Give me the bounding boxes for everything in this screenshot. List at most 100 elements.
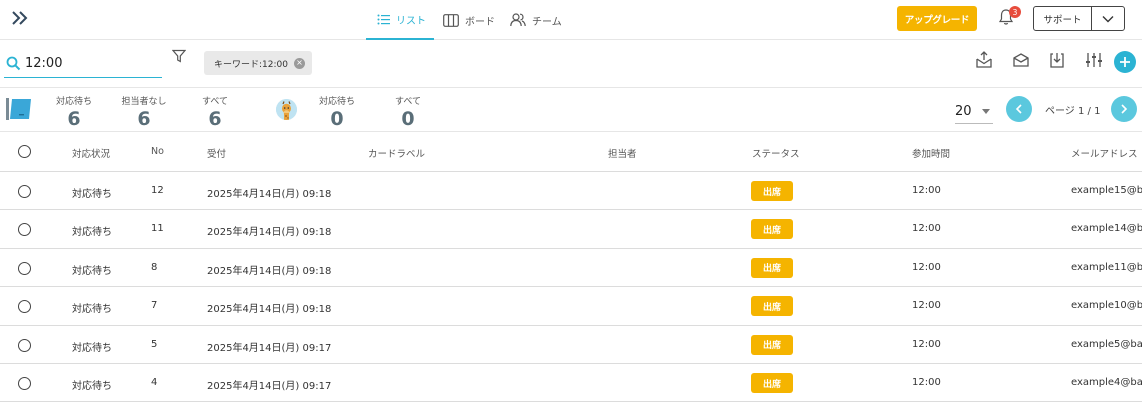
export-icon[interactable] xyxy=(975,51,993,69)
table-row[interactable]: 対応待ち 11 2025年4月14日(月) 09:18 12:00 example14@… xyxy=(0,210,1142,249)
cell-status: 対応待ち xyxy=(72,304,112,316)
cell-email: example15@basi xyxy=(1071,185,1142,196)
stat-label: 対応待ち xyxy=(55,97,92,107)
mail-icon[interactable] xyxy=(1012,51,1030,69)
divider xyxy=(0,87,1142,88)
stat-waiting[interactable]: 対応待ち 6 xyxy=(44,94,104,130)
keyword-filter-chip: キーワード:12:00 × xyxy=(204,51,312,75)
table-row[interactable]: 対応待ち 5 2025年4月14日(月) 09:17 12:00 example5@ba… xyxy=(0,326,1142,364)
cell-received: 2025年4月14日(月) 09:17 xyxy=(207,342,332,354)
select-all-radio[interactable] xyxy=(18,145,31,158)
cell-received: 2025年4月14日(月) 09:18 xyxy=(207,189,332,200)
keyword-chip-label: キーワード:12:00 xyxy=(214,59,288,70)
filter-icon[interactable] xyxy=(172,49,186,63)
stat-label: すべて xyxy=(201,97,228,107)
page-size-select[interactable]: 20 xyxy=(955,100,993,124)
notification-badge: 3 xyxy=(1009,6,1021,18)
cell-time: 12:00 xyxy=(912,261,941,273)
cell-no: 11 xyxy=(151,223,164,235)
cell-received: 2025年4月14日(月) 09:18 xyxy=(207,227,332,239)
column-header-time[interactable]: 参加時間 xyxy=(912,146,950,160)
page-info: ページ 1 / 1 xyxy=(1045,106,1101,117)
cell-time: 12:00 xyxy=(912,338,941,350)
cell-email: example4@basi xyxy=(1071,377,1142,388)
table-row[interactable]: 対応待ち 4 2025年4月14日(月) 09:17 12:00 example4@ba… xyxy=(0,364,1142,403)
search-icon xyxy=(6,56,21,71)
stat-unassigned[interactable]: 担当者なし 6 xyxy=(114,94,174,130)
cell-email: example10@basi xyxy=(1071,300,1142,312)
cell-status: 対応待ち xyxy=(72,342,112,354)
support-menu[interactable]: サポート xyxy=(1033,6,1125,31)
row-select-radio[interactable] xyxy=(18,261,31,275)
column-header-card-label[interactable]: カードラベル xyxy=(368,146,425,160)
avatar xyxy=(276,99,297,120)
chip-close-icon[interactable]: × xyxy=(293,57,305,69)
cell-time: 12:00 xyxy=(912,300,941,312)
download-icon[interactable] xyxy=(1048,51,1066,69)
divider xyxy=(0,131,1142,132)
cell-no: 5 xyxy=(151,338,158,350)
row-select-radio[interactable] xyxy=(18,185,31,198)
giraffe-avatar-icon xyxy=(276,99,297,120)
tab-team[interactable]: チーム xyxy=(510,0,562,40)
column-header-assignee[interactable]: 担当者 xyxy=(608,146,637,160)
team-icon xyxy=(510,13,526,27)
row-select-radio[interactable] xyxy=(18,223,31,237)
stat-value: 6 xyxy=(67,108,81,130)
prev-page-button[interactable] xyxy=(1006,96,1032,122)
stat-label: 対応待ち xyxy=(318,97,355,107)
table-row[interactable]: 対応待ち 7 2025年4月14日(月) 09:18 12:00 example10@b… xyxy=(0,287,1142,326)
stat-label: すべて xyxy=(394,97,421,107)
expand-sidebar-icon[interactable] xyxy=(10,8,30,28)
cell-email: example11@basi xyxy=(1071,261,1142,273)
tab-list-label: リスト xyxy=(396,15,426,27)
table-row[interactable]: 対応待ち 8 2025年4月14日(月) 09:18 12:00 example11@b… xyxy=(0,249,1142,288)
settings-sliders-icon[interactable] xyxy=(1085,51,1103,69)
column-header-no[interactable]: No xyxy=(151,146,164,157)
cell-status: 対応待ち xyxy=(72,189,112,200)
column-header-state[interactable]: ステータス xyxy=(752,146,800,160)
support-button[interactable]: サポート xyxy=(1034,7,1092,30)
row-select-radio[interactable] xyxy=(18,377,31,390)
row-select-radio[interactable] xyxy=(18,338,31,352)
tab-team-label: チーム xyxy=(532,16,562,28)
cell-time: 12:00 xyxy=(912,377,941,388)
stat-member-waiting[interactable]: 対応待ち 0 xyxy=(307,94,367,130)
support-dropdown-toggle[interactable] xyxy=(1092,7,1124,30)
table-row[interactable]: 対応待ち 12 2025年4月14日(月) 09:18 12:00 example15@… xyxy=(0,172,1142,211)
cell-status: 対応待ち xyxy=(72,381,112,392)
chevron-down-icon xyxy=(1102,15,1114,22)
board-icon xyxy=(443,13,459,27)
cell-no: 7 xyxy=(151,300,158,312)
cell-time: 12:00 xyxy=(912,223,941,235)
row-select-radio[interactable] xyxy=(18,300,31,314)
divider xyxy=(0,401,1142,403)
add-button[interactable] xyxy=(1114,51,1136,73)
column-header-status[interactable]: 対応状況 xyxy=(72,146,110,160)
cell-received: 2025年4月14日(月) 09:18 xyxy=(207,304,332,316)
cell-no: 4 xyxy=(151,377,158,388)
next-page-button[interactable] xyxy=(1111,96,1137,122)
tab-board[interactable]: ボード xyxy=(443,0,495,40)
inbox-icon xyxy=(6,98,31,120)
stat-all[interactable]: すべて 6 xyxy=(185,94,245,130)
upgrade-button[interactable]: アップグレード xyxy=(897,6,977,31)
top-bar: リスト ボード チーム アップグレード 3 サポート xyxy=(0,0,1142,40)
stat-member-all[interactable]: すべて 0 xyxy=(378,94,438,130)
cell-no: 8 xyxy=(151,261,158,273)
status-badge: 出席 xyxy=(751,334,793,355)
cell-email: example14@basi xyxy=(1071,223,1142,235)
tab-list[interactable]: リスト xyxy=(366,0,434,40)
status-badge: 出席 xyxy=(751,373,793,393)
stat-value: 0 xyxy=(330,108,344,130)
search-box[interactable] xyxy=(4,50,162,78)
status-badge: 出席 xyxy=(751,257,793,278)
stat-value: 6 xyxy=(137,108,151,130)
chevron-right-icon xyxy=(1121,104,1128,114)
cell-no: 12 xyxy=(151,185,164,196)
search-input[interactable] xyxy=(25,56,145,71)
caret-down-icon xyxy=(981,109,990,114)
plus-icon xyxy=(1120,57,1130,67)
column-header-received[interactable]: 受付 xyxy=(207,146,226,160)
column-header-email[interactable]: メールアドレス xyxy=(1071,146,1138,160)
